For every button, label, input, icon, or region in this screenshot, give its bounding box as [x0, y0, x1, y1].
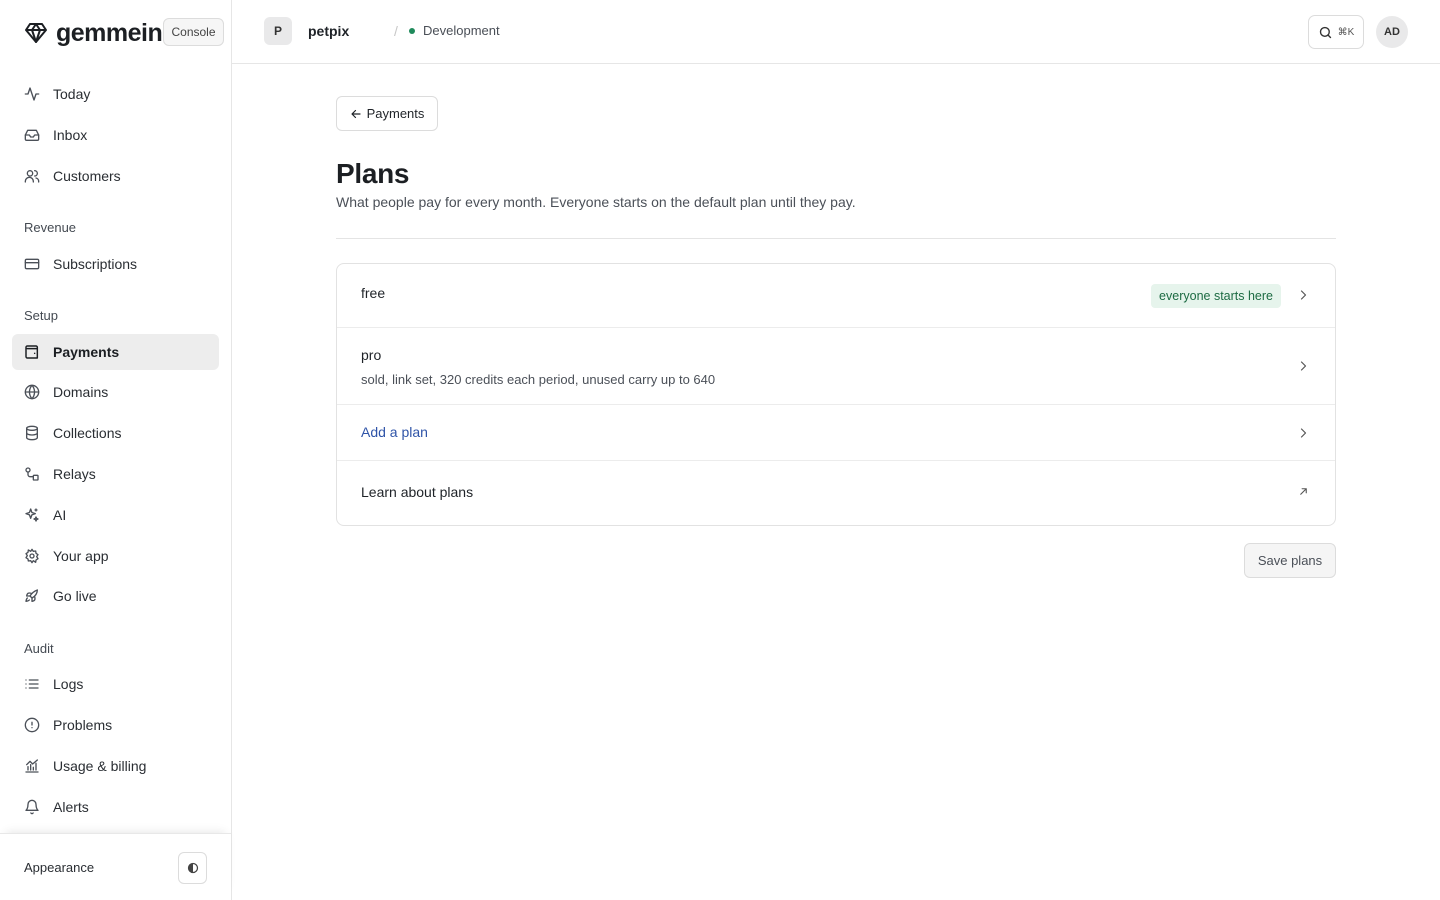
sidebar-item-label: Go live — [53, 588, 97, 604]
contrast-icon — [187, 862, 199, 874]
sidebar-item-go-live[interactable]: Go live — [12, 578, 219, 614]
theme-toggle-button[interactable] — [178, 852, 207, 884]
environment-label: Development — [423, 23, 500, 38]
add-plan-link[interactable]: Add a plan — [361, 424, 428, 440]
sidebar-item-your-app[interactable]: Your app — [12, 538, 219, 574]
appearance-label: Appearance — [24, 860, 95, 875]
sidebar-item-payments[interactable]: Payments — [12, 334, 219, 370]
arrow-left-icon — [350, 108, 362, 120]
pulse-icon — [24, 86, 40, 102]
search-icon — [1318, 25, 1333, 40]
sidebar: gemmein Console Today Inbox Customers Re… — [0, 0, 232, 900]
sidebar-item-label: Subscriptions — [53, 256, 138, 272]
gear-icon — [24, 548, 40, 564]
gem-logo-icon — [24, 21, 48, 45]
sidebar-item-label: Usage & billing — [53, 758, 147, 774]
project-name[interactable]: petpix — [308, 23, 349, 39]
chevron-right-icon — [1297, 360, 1309, 372]
sidebar-item-label: Inbox — [53, 127, 88, 143]
sidebar-item-alerts[interactable]: Alerts — [12, 789, 219, 825]
sidebar-item-label: Payments — [53, 344, 120, 360]
environment-selector[interactable]: Development — [409, 23, 500, 38]
top-bar: P petpix / Development ⌘K AD — [232, 0, 1440, 64]
plan-name: free — [361, 285, 386, 301]
learn-about-plans-link[interactable]: Learn about plans — [361, 484, 473, 500]
plan-row-pro[interactable]: pro sold, link set, 320 credits each per… — [337, 328, 1335, 405]
sidebar-item-label: Customers — [53, 168, 121, 184]
chevron-right-icon — [1297, 289, 1309, 301]
sidebar-item-customers[interactable]: Customers — [12, 158, 219, 194]
rocket-icon — [24, 588, 40, 604]
sidebar-item-subscriptions[interactable]: Subscriptions — [12, 246, 219, 282]
section-audit: Audit — [24, 641, 54, 656]
sidebar-item-label: Today — [53, 86, 91, 102]
sparkles-icon — [24, 507, 40, 523]
plans-list: free everyone starts here pro sold, link… — [336, 263, 1336, 526]
sidebar-item-label: Logs — [53, 676, 84, 692]
sidebar-item-domains[interactable]: Domains — [12, 374, 219, 410]
alert-circle-icon — [24, 717, 40, 733]
sidebar-footer: Appearance — [0, 833, 231, 900]
plan-name: pro — [361, 347, 382, 363]
sidebar-item-label: Collections — [53, 425, 122, 441]
plan-row-free[interactable]: free everyone starts here — [337, 264, 1335, 328]
plan-description: sold, link set, 320 credits each period,… — [361, 372, 716, 387]
sidebar-item-usage-billing[interactable]: Usage & billing — [12, 748, 219, 784]
sidebar-item-relays[interactable]: Relays — [12, 456, 219, 492]
default-plan-badge: everyone starts here — [1151, 284, 1281, 308]
learn-about-plans-row[interactable]: Learn about plans — [337, 461, 1335, 525]
sidebar-item-label: Alerts — [53, 799, 89, 815]
search-shortcut: ⌘K — [1337, 26, 1355, 38]
chevron-right-icon — [1297, 427, 1309, 439]
search-button[interactable]: ⌘K — [1308, 15, 1364, 49]
back-to-payments-button[interactable]: Payments — [336, 96, 438, 131]
section-setup: Setup — [24, 308, 58, 323]
divider — [336, 238, 1336, 239]
sidebar-item-label: Your app — [53, 548, 109, 564]
sidebar-item-today[interactable]: Today — [12, 76, 219, 112]
external-link-icon — [1297, 485, 1309, 497]
database-icon — [24, 425, 40, 441]
inbox-icon — [24, 127, 40, 143]
bell-icon — [24, 799, 40, 815]
sidebar-item-logs[interactable]: Logs — [12, 666, 219, 702]
back-button-label: Payments — [366, 106, 425, 121]
wallet-icon — [24, 344, 40, 360]
add-plan-row[interactable]: Add a plan — [337, 405, 1335, 461]
list-icon — [24, 676, 40, 692]
globe-icon — [24, 384, 40, 400]
environment-status-dot — [409, 27, 415, 34]
sidebar-item-problems[interactable]: Problems — [12, 707, 219, 743]
sidebar-item-label: Relays — [53, 466, 96, 482]
users-icon — [24, 168, 40, 184]
brand-name: gemmein — [56, 18, 163, 47]
sidebar-item-ai[interactable]: AI — [12, 497, 219, 533]
brand[interactable]: gemmein — [24, 18, 163, 48]
page-title: Plans — [336, 158, 410, 189]
console-badge[interactable]: Console — [163, 18, 224, 46]
user-avatar[interactable]: AD — [1376, 16, 1408, 48]
page-subtitle: What people pay for every month. Everyon… — [336, 194, 856, 210]
sidebar-item-inbox[interactable]: Inbox — [12, 117, 219, 153]
save-plans-button[interactable]: Save plans — [1244, 543, 1336, 578]
credit-card-icon — [24, 256, 40, 272]
section-revenue: Revenue — [24, 220, 77, 235]
sidebar-item-collections[interactable]: Collections — [12, 415, 219, 451]
sidebar-item-label: AI — [53, 507, 67, 523]
chart-icon — [24, 758, 40, 774]
sidebar-item-label: Domains — [53, 384, 109, 400]
relay-icon — [24, 466, 40, 482]
breadcrumb-separator: / — [394, 23, 398, 39]
project-avatar[interactable]: P — [264, 17, 292, 45]
sidebar-item-label: Problems — [53, 717, 113, 733]
